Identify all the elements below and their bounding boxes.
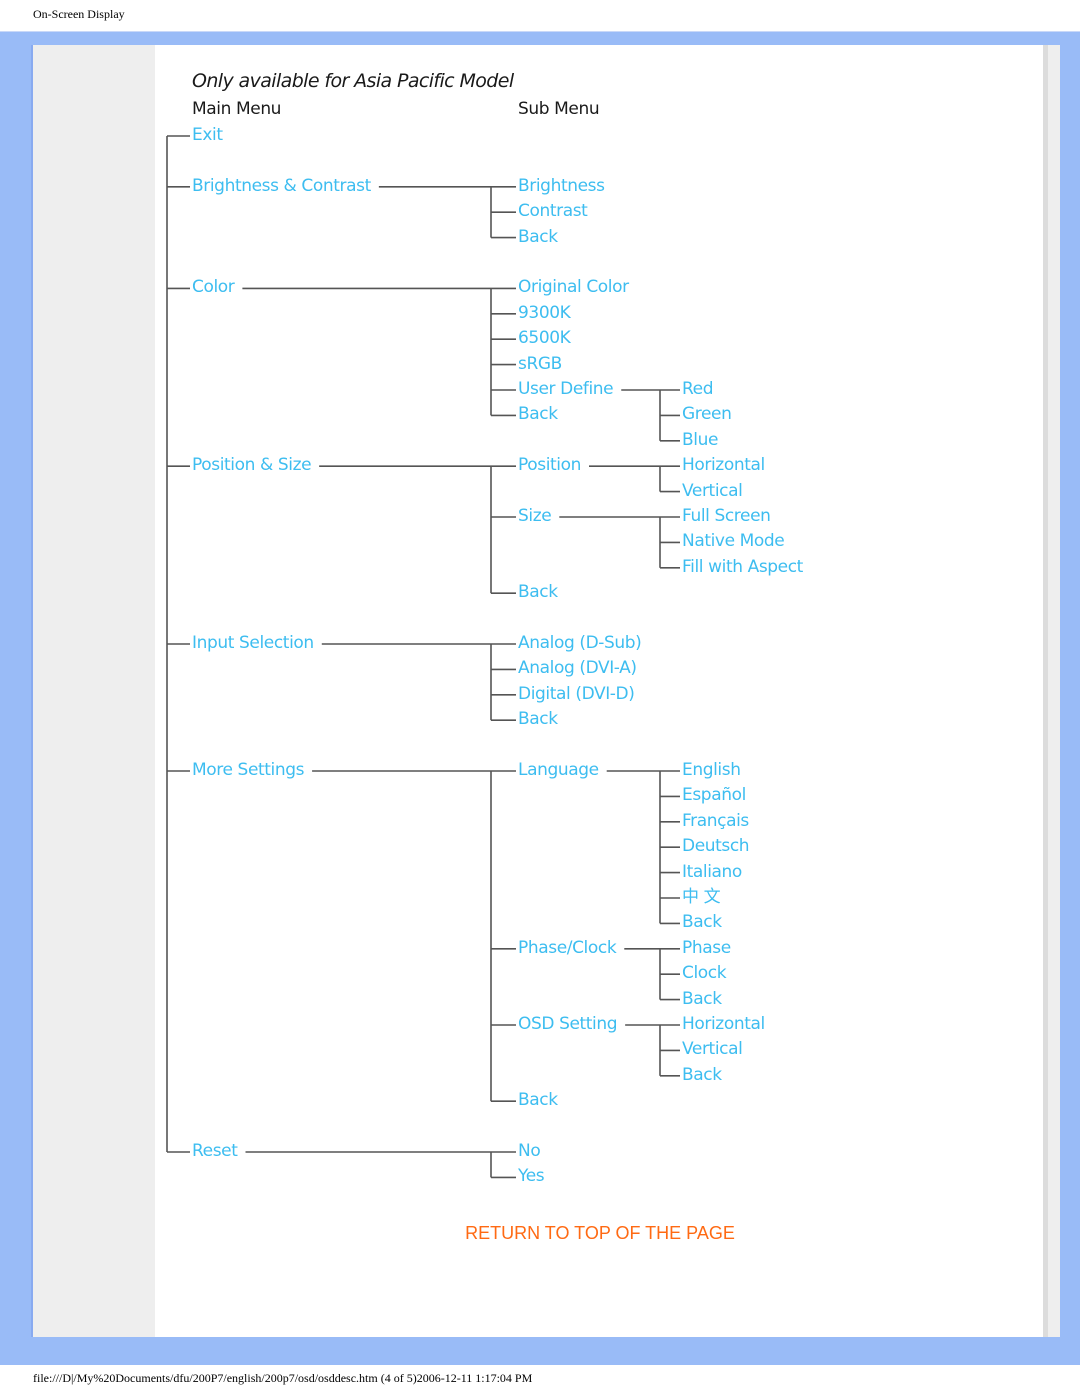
menu-item-full-screen[interactable]: Full Screen [682, 506, 771, 526]
menu-item-red[interactable]: Red [682, 379, 714, 399]
menu-item-native-mode[interactable]: Native Mode [682, 531, 785, 551]
menu-item-analog-d-sub[interactable]: Analog (D-Sub) [518, 633, 642, 653]
menu-item-digital-dvi-d[interactable]: Digital (DVI-D) [518, 684, 635, 704]
menu-item-fran-ais[interactable]: Français [682, 811, 749, 831]
menu-item-contrast[interactable]: Contrast [518, 201, 588, 221]
menu-item-horizontal[interactable]: Horizontal [682, 1014, 765, 1034]
menu-item-brightness[interactable]: Brightness [518, 176, 605, 196]
menu-item-phase[interactable]: Phase [682, 938, 731, 958]
menu-item-clock[interactable]: Clock [682, 963, 727, 983]
menu-item-brightness-contrast[interactable]: Brightness & Contrast [192, 176, 371, 196]
menu-item-back[interactable]: Back [518, 227, 558, 247]
menu-item-original-color[interactable]: Original Color [518, 277, 629, 297]
menu-item-srgb[interactable]: sRGB [518, 354, 562, 374]
menu-item-6500k[interactable]: 6500K [518, 328, 571, 348]
menu-item-position[interactable]: Position [518, 455, 581, 475]
menu-item-exit[interactable]: Exit [192, 125, 223, 145]
menu-item-back[interactable]: Back [518, 582, 558, 602]
diagram-title: Only available for Asia Pacific Model [192, 70, 514, 92]
return-to-top-link[interactable]: RETURN TO TOP OF THE PAGE [0, 1223, 1080, 1244]
right-scroll-strip[interactable] [1043, 45, 1060, 1337]
menu-item-color[interactable]: Color [192, 277, 235, 297]
menu-item-back[interactable]: Back [682, 1065, 722, 1085]
menu-item-blue[interactable]: Blue [682, 430, 718, 450]
menu-item-italiano[interactable]: Italiano [682, 862, 742, 882]
menu-item-reset[interactable]: Reset [192, 1141, 238, 1161]
footer-file-path: file:///D|/My%20Documents/dfu/200P7/engl… [33, 1371, 533, 1385]
menu-item-no[interactable]: No [518, 1141, 541, 1161]
menu-item-osd-setting[interactable]: OSD Setting [518, 1014, 618, 1034]
menu-item-vertical[interactable]: Vertical [682, 1039, 743, 1059]
menu-item-phase-clock[interactable]: Phase/Clock [518, 938, 617, 958]
menu-item-input-selection[interactable]: Input Selection [192, 633, 314, 653]
menu-item-horizontal[interactable]: Horizontal [682, 455, 765, 475]
menu-item-back[interactable]: Back [518, 709, 558, 729]
menu-item-size[interactable]: Size [518, 506, 552, 526]
menu-item-9300k[interactable]: 9300K [518, 303, 571, 323]
menu-item-vertical[interactable]: Vertical [682, 481, 743, 501]
menu-item-yes[interactable]: Yes [518, 1166, 545, 1186]
menu-item-espa-ol[interactable]: Español [682, 785, 746, 805]
menu-item-language[interactable]: Language [518, 760, 599, 780]
sub-menu-header: Sub Menu [518, 99, 600, 119]
left-sidebar-column [33, 45, 155, 1337]
menu-item-back[interactable]: Back [518, 404, 558, 424]
menu-item-green[interactable]: Green [682, 404, 732, 424]
menu-item-english[interactable]: English [682, 760, 741, 780]
menu-item-user-define[interactable]: User Define [518, 379, 614, 399]
menu-item-back[interactable]: Back [682, 989, 722, 1009]
menu-item-deutsch[interactable]: Deutsch [682, 836, 750, 856]
menu-item-back[interactable]: Back [682, 912, 722, 932]
menu-item-position-size[interactable]: Position & Size [192, 455, 312, 475]
menu-item-fill-with-aspect[interactable]: Fill with Aspect [682, 557, 803, 577]
menu-item-back[interactable]: Back [518, 1090, 558, 1110]
menu-item-more-settings[interactable]: More Settings [192, 760, 304, 780]
menu-item-analog-dvi-a[interactable]: Analog (DVI-A) [518, 658, 637, 678]
main-menu-header: Main Menu [192, 99, 282, 119]
menu-item-item[interactable]: 中 文 [682, 887, 721, 907]
page-header: On-Screen Display [33, 7, 125, 21]
